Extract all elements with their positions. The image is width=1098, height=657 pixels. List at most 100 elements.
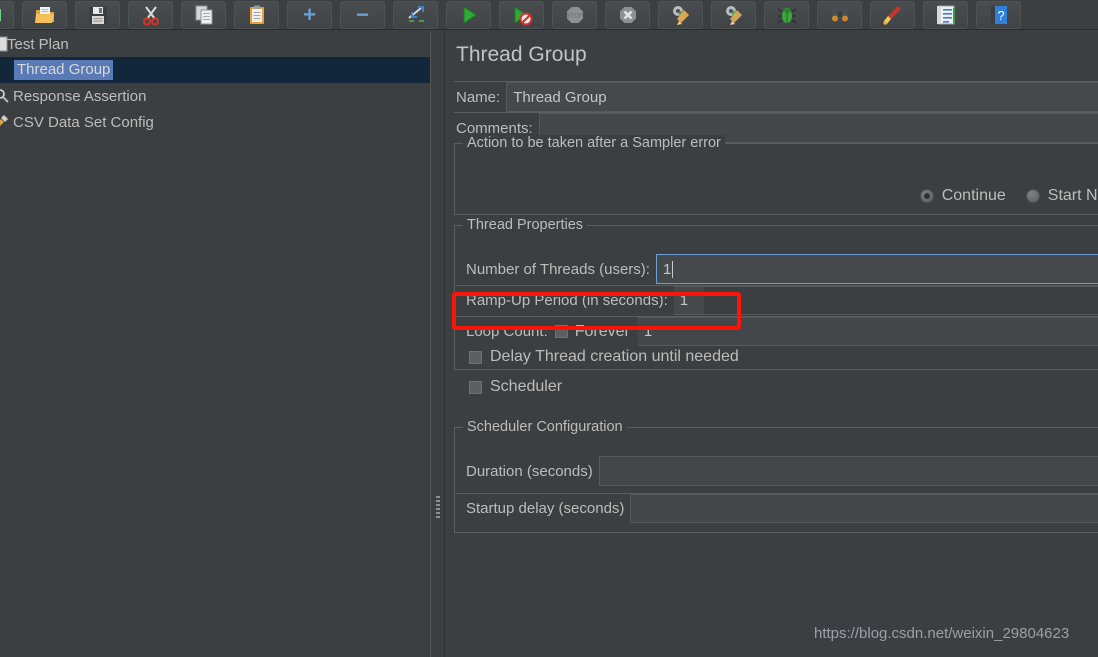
forever-label: Forever bbox=[574, 322, 630, 340]
collapse-all-button[interactable]: − bbox=[340, 0, 385, 29]
test-plan-tree[interactable]: Test Plan Thread Group Response Assertio… bbox=[0, 31, 430, 657]
ramp-up-period-row: Ramp-Up Period (in seconds): 1 bbox=[456, 285, 1098, 315]
cut-button[interactable] bbox=[128, 0, 173, 29]
save-floppy-icon bbox=[88, 6, 107, 24]
radio-continue[interactable] bbox=[919, 189, 934, 203]
toggle-arrows-icon bbox=[407, 5, 424, 22]
panel-splitter[interactable] bbox=[430, 31, 445, 657]
stop-button[interactable]: STOP bbox=[552, 0, 597, 29]
delay-thread-creation-row[interactable]: Delay Thread creation until needed bbox=[469, 348, 739, 366]
gear-broom-icon bbox=[672, 5, 689, 25]
start-no-timers-button[interactable] bbox=[499, 0, 544, 29]
watermark-url: https://blog.csdn.net/weixin_29804623 bbox=[814, 625, 1070, 642]
assertion-icon bbox=[0, 89, 9, 103]
tree-item-thread-group[interactable]: Thread Group bbox=[0, 57, 430, 83]
duration-label: Duration (seconds) bbox=[466, 462, 593, 480]
shutdown-octagon-icon bbox=[619, 6, 636, 23]
config-wrench-icon bbox=[0, 115, 8, 126]
number-of-threads-input[interactable]: 1 bbox=[655, 254, 1098, 284]
green-bug-icon bbox=[777, 7, 796, 23]
ramp-up-period-label: Ramp-Up Period (in seconds): bbox=[466, 292, 668, 309]
loop-count-label: Loop Count: bbox=[466, 323, 548, 340]
open-button[interactable] bbox=[22, 0, 67, 29]
duration-input[interactable] bbox=[598, 456, 1098, 486]
expand-all-button[interactable]: + bbox=[287, 0, 332, 29]
search-button[interactable] bbox=[817, 0, 862, 29]
jmeter-window: + − STOP ? Test Plan Thread Group Respon… bbox=[0, 0, 1098, 657]
minus-icon: − bbox=[356, 1, 369, 27]
radio-continue-label: Continue bbox=[941, 187, 1006, 204]
sampler-error-radio-group: Continue Start Next Thread Lo bbox=[919, 187, 1098, 205]
sampler-error-legend: Action to be taken after a Sampler error bbox=[463, 135, 725, 151]
tree-item-label: CSV Data Set Config bbox=[13, 113, 154, 131]
svg-text:?: ? bbox=[997, 8, 1004, 23]
notebook-icon bbox=[936, 5, 955, 24]
ramp-up-period-input-rest[interactable] bbox=[703, 286, 1098, 315]
start-button[interactable] bbox=[446, 0, 491, 29]
name-label: Name: bbox=[456, 88, 501, 106]
scheduler-configuration-groupbox: Scheduler Configuration Duration (second… bbox=[454, 419, 1098, 533]
shutdown-button[interactable] bbox=[605, 0, 650, 29]
thread-properties-groupbox: Thread Properties Number of Threads (use… bbox=[454, 217, 1098, 395]
scheduler-label: Scheduler bbox=[490, 378, 563, 395]
name-input[interactable]: Thread Group bbox=[506, 82, 1098, 112]
copy-button[interactable] bbox=[181, 0, 226, 29]
scheduler-row[interactable]: Scheduler bbox=[469, 378, 562, 396]
radio-start-next-thread-loop[interactable] bbox=[1025, 189, 1040, 203]
startup-delay-input[interactable] bbox=[630, 494, 1098, 523]
number-of-threads-label: Number of Threads (users): bbox=[466, 260, 650, 278]
gear-broom-all-icon bbox=[725, 5, 742, 25]
ramp-up-period-input[interactable]: 1 bbox=[673, 286, 704, 315]
text-caret bbox=[672, 260, 674, 278]
tree-item-test-plan[interactable]: Test Plan bbox=[0, 31, 430, 57]
stop-sign-icon: STOP bbox=[566, 6, 583, 23]
tree-item-response-assertion[interactable]: Response Assertion bbox=[0, 83, 430, 109]
loop-count-input[interactable]: 1 bbox=[637, 317, 1098, 346]
scheduler-configuration-legend: Scheduler Configuration bbox=[463, 419, 627, 435]
duration-row: Duration (seconds) bbox=[456, 456, 1098, 486]
binoculars-icon bbox=[831, 8, 848, 21]
paste-button[interactable] bbox=[234, 0, 279, 29]
save-button[interactable] bbox=[75, 0, 120, 29]
reset-search-button[interactable] bbox=[870, 0, 915, 29]
tree-item-label: Thread Group bbox=[14, 60, 114, 80]
page-title: Thread Group bbox=[456, 43, 587, 66]
loop-count-row: Loop Count: Forever 1 bbox=[456, 316, 1098, 346]
tree-item-label: Test Plan bbox=[7, 35, 69, 53]
scissors-icon bbox=[142, 5, 159, 25]
forever-checkbox[interactable] bbox=[554, 325, 568, 338]
broom-icon bbox=[882, 5, 901, 25]
delay-thread-creation-checkbox[interactable] bbox=[469, 350, 482, 364]
clear-all-button[interactable] bbox=[711, 0, 756, 29]
open-folder-icon bbox=[34, 6, 54, 23]
play-no-timers-icon bbox=[514, 5, 532, 25]
name-row: Name: Thread Group bbox=[454, 81, 1098, 112]
tree-item-csv-data-set-config[interactable]: CSV Data Set Config bbox=[0, 109, 430, 135]
scheduler-checkbox[interactable] bbox=[469, 380, 482, 394]
thread-group-editor: Thread Group Name: Thread Group Comments… bbox=[446, 31, 1098, 657]
copy-pages-icon bbox=[195, 5, 212, 24]
plus-icon: + bbox=[303, 1, 316, 27]
startup-delay-label: Startup delay (seconds) bbox=[466, 500, 625, 517]
clipboard-icon bbox=[249, 5, 264, 24]
tree-item-label: Response Assertion bbox=[13, 87, 147, 105]
new-test-plan-button[interactable] bbox=[0, 0, 14, 29]
number-of-threads-value: 1 bbox=[662, 260, 672, 278]
radio-start-next-thread-loop-label: Start Next Thread Lo bbox=[1047, 187, 1098, 204]
clear-button[interactable] bbox=[658, 0, 703, 29]
function-helper-button[interactable] bbox=[764, 0, 809, 29]
delay-thread-creation-label: Delay Thread creation until needed bbox=[490, 348, 739, 365]
help-book-icon: ? bbox=[990, 5, 1007, 24]
main-toolbar: + − STOP ? bbox=[0, 0, 1098, 30]
help-button[interactable]: ? bbox=[976, 0, 1021, 29]
svg-text:STOP: STOP bbox=[566, 13, 582, 19]
loop-count-controls: Loop Count: Forever bbox=[456, 317, 638, 346]
number-of-threads-row: Number of Threads (users): 1 bbox=[456, 254, 1098, 284]
green-play-icon bbox=[463, 5, 477, 24]
splitter-grip-icon bbox=[436, 496, 440, 526]
thread-properties-legend: Thread Properties bbox=[463, 217, 588, 233]
toggle-button[interactable] bbox=[393, 0, 438, 29]
sampler-error-groupbox: Action to be taken after a Sampler error… bbox=[454, 135, 1098, 215]
templates-button[interactable] bbox=[923, 0, 968, 29]
startup-delay-row: Startup delay (seconds) bbox=[456, 493, 1098, 523]
